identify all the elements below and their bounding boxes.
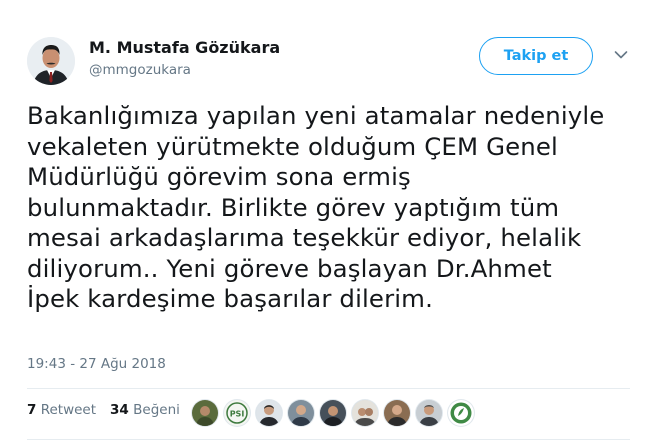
follow-button[interactable]: Takip et bbox=[479, 37, 593, 75]
like-label: Beğeni bbox=[133, 402, 180, 418]
liker-avatar[interactable] bbox=[192, 400, 218, 426]
liker-avatar[interactable] bbox=[448, 400, 474, 426]
like-count-link[interactable]: 34 Beğeni bbox=[110, 402, 180, 418]
divider bbox=[27, 388, 630, 389]
tweet-line: vekaleten yürütmekte olduğum ÇEM Genel bbox=[27, 131, 558, 161]
liker-avatar[interactable]: PSI bbox=[224, 400, 250, 426]
tweet-line: Bakanlığımıza yapılan yeni atamalar nede… bbox=[27, 101, 605, 130]
tweet-stats: 7 Retweet 34 Beğeni bbox=[27, 402, 180, 418]
author-avatar[interactable] bbox=[27, 37, 75, 85]
tweet-line: diliyorum.. Yeni göreve başlayan Dr.Ahme… bbox=[27, 253, 552, 283]
liker-avatar[interactable] bbox=[352, 400, 378, 426]
retweet-count-link[interactable]: 7 Retweet bbox=[27, 402, 96, 418]
author-name[interactable]: M. Mustafa Gözükara bbox=[89, 38, 280, 57]
like-count: 34 bbox=[110, 402, 129, 418]
chevron-down-icon[interactable] bbox=[614, 50, 628, 60]
liker-avatars: PSI bbox=[192, 400, 480, 426]
author-handle[interactable]: @mmgozukara bbox=[89, 62, 191, 78]
tweet-line: bulunmaktadır. Birlikte görev yaptığım t… bbox=[27, 192, 560, 222]
retweet-count: 7 bbox=[27, 402, 37, 418]
tweet-timestamp[interactable]: 19:43 - 27 Ağu 2018 bbox=[27, 356, 166, 372]
liker-avatar[interactable] bbox=[288, 400, 314, 426]
tweet-line: Müdürlüğü görevim sona ermiş bbox=[27, 162, 411, 191]
follow-button-label: Takip et bbox=[503, 48, 569, 64]
divider bbox=[27, 439, 630, 440]
tweet-line: mesai arkadaşlarıma teşekkür ediyor, hel… bbox=[27, 223, 582, 252]
liker-avatar[interactable] bbox=[320, 400, 346, 426]
liker-avatar[interactable] bbox=[384, 400, 410, 426]
author-avatar-image bbox=[27, 37, 75, 85]
tweet-text: Bakanlığımıza yapılan yeni atamalar nede… bbox=[27, 101, 647, 315]
svg-text:PSI: PSI bbox=[230, 410, 245, 419]
liker-avatar[interactable] bbox=[256, 400, 282, 426]
liker-avatar[interactable] bbox=[416, 400, 442, 426]
retweet-label: Retweet bbox=[40, 402, 97, 418]
tweet-line: İpek kardeşime başarılar dilerim. bbox=[27, 284, 433, 313]
